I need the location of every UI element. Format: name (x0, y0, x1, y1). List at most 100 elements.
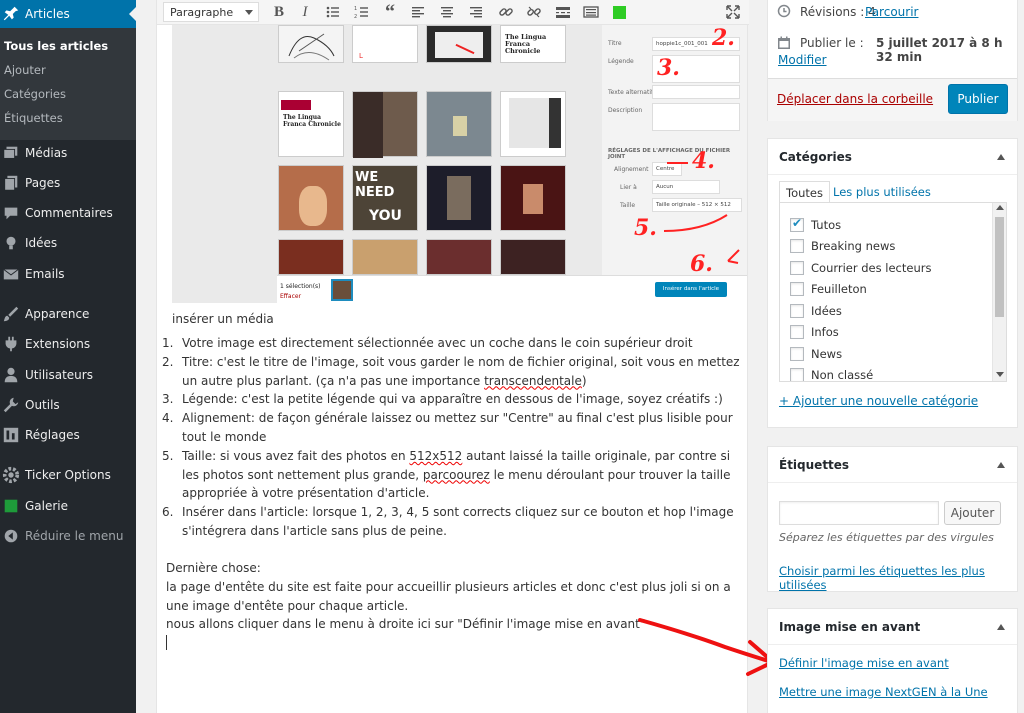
editor-toolbar: Paragraphe B I 12 “ (157, 0, 749, 25)
scroll-thumb[interactable] (995, 217, 1004, 317)
category-checklist: Tutos Breaking news Courrier des lecteur… (779, 202, 1007, 382)
step-number: 2. (162, 354, 174, 369)
quote-icon[interactable]: “ (380, 2, 400, 22)
category-item[interactable]: Courrier des lecteurs (790, 261, 931, 275)
checkbox[interactable] (790, 261, 804, 275)
checkbox[interactable] (790, 368, 804, 381)
collapse-menu-button[interactable]: Réduire le menu (0, 522, 136, 550)
category-item[interactable]: Non classé (790, 368, 873, 381)
scroll-down-icon[interactable] (996, 372, 1004, 377)
checkbox[interactable] (790, 325, 804, 339)
menu-label: Apparence (25, 307, 90, 321)
category-scrollbar[interactable] (992, 203, 1006, 381)
chevron-down-icon (245, 10, 253, 15)
menu-settings[interactable]: Réglages (0, 421, 136, 449)
italic-icon[interactable]: I (295, 3, 315, 21)
submenu-all-articles[interactable]: Tous les articles (4, 39, 108, 53)
media-icon (3, 146, 18, 159)
svg-text:1: 1 (354, 6, 357, 12)
featured-image-header[interactable]: Image mise en avant (768, 609, 1017, 645)
brush-icon (3, 306, 19, 322)
checkbox[interactable] (790, 304, 804, 318)
format-value: Paragraphe (170, 6, 234, 19)
publish-button[interactable]: Publier (948, 84, 1008, 114)
modify-date-link[interactable]: Modifier (778, 53, 827, 67)
menu-articles[interactable]: Articles (0, 0, 136, 28)
pin-icon (3, 6, 19, 21)
category-label: Infos (811, 325, 839, 339)
align-right-icon[interactable] (466, 3, 486, 21)
categories-header[interactable]: Catégories (768, 139, 1017, 175)
menu-emails[interactable]: Emails (0, 260, 136, 288)
tab-most-used[interactable]: Les plus utilisées (827, 181, 937, 203)
submenu-add[interactable]: Ajouter (4, 63, 46, 77)
toggle-arrow-icon[interactable] (997, 462, 1005, 468)
unlink-icon[interactable] (524, 3, 544, 21)
settings-icon (3, 427, 19, 443)
link-icon[interactable] (496, 3, 516, 21)
menu-pages[interactable]: Pages (0, 169, 136, 197)
add-category-link[interactable]: + Ajouter une nouvelle catégorie (779, 394, 978, 408)
category-item[interactable]: Feuilleton (790, 282, 867, 296)
tags-header[interactable]: Étiquettes (768, 447, 1017, 483)
category-tabs: Toutes Les plus utilisées (779, 181, 1009, 203)
step-number: 6. (162, 505, 174, 520)
toolbar-toggle-icon[interactable] (581, 3, 601, 21)
menu-comments[interactable]: Commentaires (0, 199, 136, 227)
read-more-icon[interactable] (553, 3, 573, 21)
menu-label: Pages (25, 176, 61, 190)
fullscreen-icon[interactable] (723, 3, 743, 21)
menu-tools[interactable]: Outils (0, 391, 136, 419)
checkbox[interactable] (790, 239, 804, 253)
menu-label: Idées (25, 236, 58, 250)
toggle-arrow-icon[interactable] (997, 154, 1005, 160)
schedule-label: Publier le : (800, 36, 864, 50)
step-number: 1. (162, 336, 174, 350)
menu-gallery[interactable]: Galerie (0, 492, 136, 520)
category-item[interactable]: Breaking news (790, 239, 895, 253)
browse-revisions-link[interactable]: Parcourir (865, 5, 918, 19)
nextgen-featured-image-link[interactable]: Mettre une image NextGEN à la Une (779, 685, 988, 699)
menu-appearance[interactable]: Apparence (0, 300, 136, 328)
toggle-arrow-icon[interactable] (997, 624, 1005, 630)
bold-icon[interactable]: B (269, 3, 289, 21)
last-paragraph: la page d'entête du site est faite pour … (166, 580, 731, 613)
featured-image-title: Image mise en avant (779, 620, 921, 634)
align-left-icon[interactable] (408, 3, 428, 21)
tab-all[interactable]: Toutes (779, 181, 830, 203)
menu-users[interactable]: Utilisateurs (0, 361, 136, 389)
checkbox[interactable] (790, 216, 804, 232)
menu-ideas[interactable]: Idées (0, 229, 136, 257)
move-to-trash-link[interactable]: Déplacer dans la corbeille (777, 92, 933, 106)
collapse-arrow-icon (4, 529, 18, 543)
category-item[interactable]: Tutos (790, 216, 841, 232)
scroll-up-icon[interactable] (996, 205, 1004, 210)
menu-label: Articles (25, 7, 70, 21)
menu-ticker-options[interactable]: Ticker Options (0, 461, 136, 489)
tag-input[interactable] (779, 501, 939, 525)
submenu-tags[interactable]: Étiquettes (4, 111, 63, 125)
tags-title: Étiquettes (779, 458, 850, 472)
menu-medias[interactable]: Médias (0, 139, 136, 167)
checkbox[interactable] (790, 282, 804, 296)
category-item[interactable]: Idées (790, 304, 842, 318)
format-select[interactable]: Paragraphe (163, 2, 259, 22)
step-text: Titre: c'est le titre de l'image, soit v… (182, 354, 740, 388)
green-square-icon[interactable] (609, 3, 629, 21)
menu-extensions[interactable]: Extensions (0, 330, 136, 358)
category-item[interactable]: News (790, 347, 842, 361)
popular-tags-link[interactable]: Choisir parmi les étiquettes les plus ut… (779, 564, 1017, 592)
align-center-icon[interactable] (437, 3, 457, 21)
category-label: Breaking news (811, 239, 896, 253)
submenu-categories[interactable]: Catégories (4, 87, 66, 101)
email-icon (3, 269, 19, 280)
add-tag-button[interactable]: Ajouter (944, 501, 1001, 525)
category-item[interactable]: Infos (790, 325, 839, 339)
checkbox[interactable] (790, 347, 804, 361)
set-featured-image-link[interactable]: Définir l'image mise en avant (779, 656, 949, 670)
bullet-list-icon[interactable] (323, 3, 343, 21)
step-text: Alignement: de façon générale laissez ou… (182, 411, 733, 444)
numbered-list-icon[interactable]: 12 (352, 3, 372, 21)
steps-list: 1. Votre image est directement sélectionn… (162, 334, 742, 541)
step-text: Taille: si vous avez fait des photos en (182, 448, 410, 463)
